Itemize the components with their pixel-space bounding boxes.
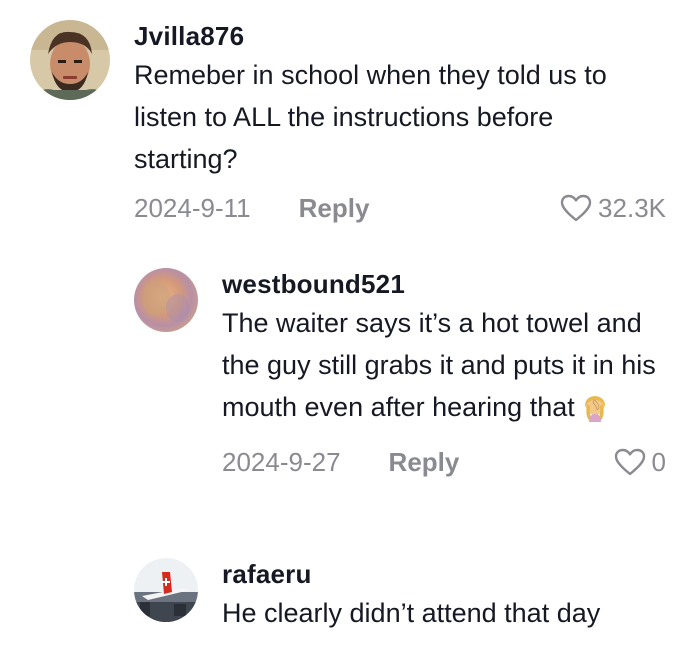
user-avatar-icon	[134, 268, 198, 332]
comment-text: Remeber in school when they told us to l…	[134, 60, 607, 174]
user-avatar-icon	[30, 20, 110, 100]
comment-text: The waiter says it’s a hot towel and the…	[222, 302, 662, 434]
reply-button[interactable]: Reply	[389, 447, 460, 478]
heart-icon	[614, 448, 645, 476]
like-button[interactable]: 0	[614, 447, 666, 478]
reply-button[interactable]: Reply	[299, 193, 370, 224]
avatar[interactable]	[134, 558, 198, 622]
comment-item: Jvilla876 Remeber in school when they to…	[30, 20, 666, 228]
comment-date: 2024-9-27	[222, 446, 341, 477]
comment-meta: 2024-9-27 Reply 0	[222, 442, 666, 482]
reply-comment-item: westbound521 The waiter says it’s a hot …	[134, 268, 666, 482]
like-button[interactable]: 32.3K	[560, 193, 666, 224]
reply-comment-item: rafaeru He clearly didn’t attend that da…	[134, 558, 666, 634]
comment-date: 2024-9-11	[134, 192, 251, 223]
comment-text: He clearly didn’t attend that day	[222, 598, 601, 628]
like-count: 0	[651, 446, 666, 477]
comment-username[interactable]: rafaeru	[222, 558, 666, 590]
comment-username[interactable]: westbound521	[222, 268, 666, 300]
user-avatar-icon	[134, 558, 198, 622]
woman-facepalming-emoji-icon	[581, 392, 609, 434]
like-count: 32.3K	[598, 192, 666, 223]
heart-icon	[560, 194, 592, 222]
comment-meta: 2024-9-11 Reply 32.3K	[134, 188, 666, 228]
avatar[interactable]	[30, 20, 110, 100]
comment-username[interactable]: Jvilla876	[134, 20, 666, 52]
avatar[interactable]	[134, 268, 198, 332]
